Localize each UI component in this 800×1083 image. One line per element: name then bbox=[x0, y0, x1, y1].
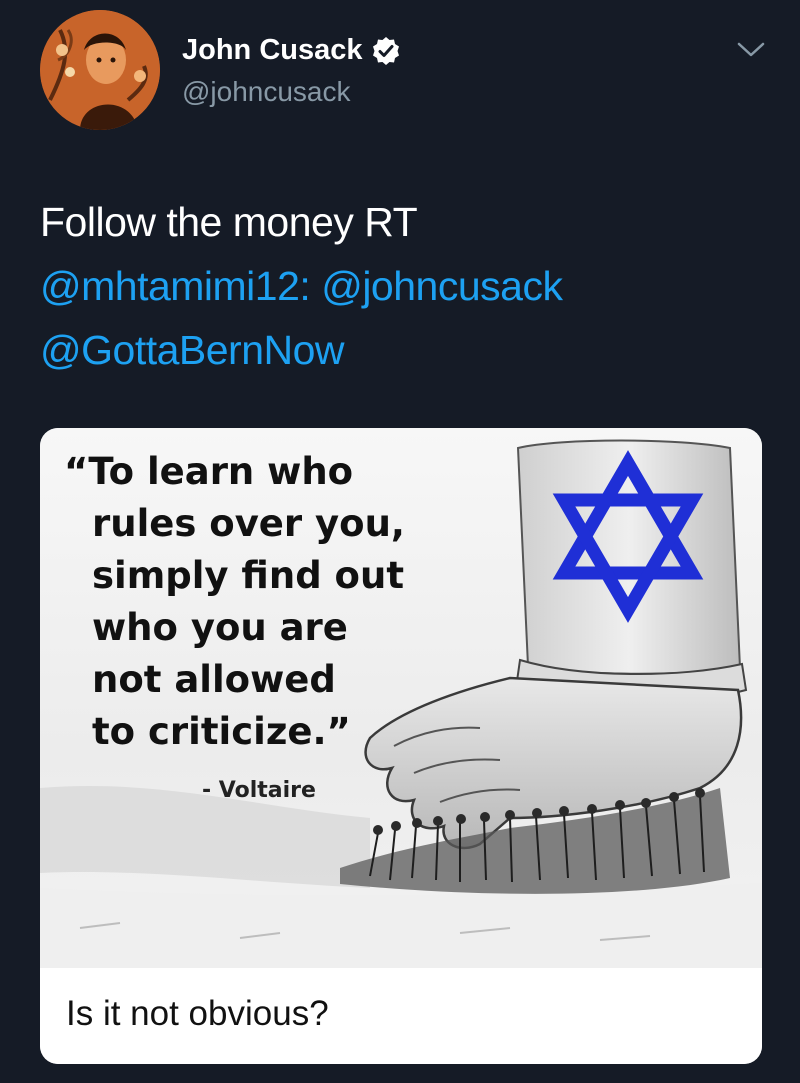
author-handle[interactable]: @johncusack bbox=[182, 76, 351, 108]
meme-image[interactable]: “To learn who rules over you, simply fin… bbox=[40, 428, 762, 968]
quote-line: simply find out bbox=[92, 554, 405, 597]
avatar[interactable] bbox=[40, 10, 160, 130]
tweet-line: @GottaBernNow bbox=[40, 318, 760, 382]
mention-link[interactable]: @GottaBernNow bbox=[40, 327, 345, 373]
mention-link[interactable]: @mhtamimi12: bbox=[40, 263, 311, 309]
tweet-line: @mhtamimi12: @johncusack bbox=[40, 254, 760, 318]
media-caption-bar: Is it not obvious? bbox=[40, 968, 762, 1064]
tweet-text: Follow the money RT @mhtamimi12: @johncu… bbox=[40, 190, 760, 382]
quote-line: who you are bbox=[92, 606, 348, 649]
author-name-row[interactable]: John Cusack bbox=[182, 34, 401, 67]
chevron-down-icon[interactable] bbox=[736, 40, 766, 60]
media-caption: Is it not obvious? bbox=[66, 994, 329, 1033]
quote-line: rules over you, bbox=[92, 502, 405, 545]
tweet-line: Follow the money RT bbox=[40, 190, 760, 254]
quote-line: to criticize.” bbox=[92, 710, 351, 753]
avatar-photo-icon bbox=[40, 10, 160, 130]
tweet-header: John Cusack @johncusack bbox=[40, 10, 780, 140]
verified-badge-icon bbox=[372, 36, 399, 65]
media-card[interactable]: “To learn who rules over you, simply fin… bbox=[40, 428, 762, 1064]
mention-link[interactable]: @johncusack bbox=[321, 263, 563, 309]
meme-quote: “To learn who rules over you, simply fin… bbox=[64, 446, 444, 758]
quote-line: “To learn who bbox=[64, 450, 354, 493]
tweet-text-segment bbox=[310, 263, 321, 309]
author-display-name[interactable]: John Cusack bbox=[182, 34, 363, 67]
quote-line: not allowed bbox=[92, 658, 336, 701]
quote-attribution: - Voltaire bbox=[202, 778, 316, 803]
tweet-text-segment: Follow the money RT bbox=[40, 199, 418, 245]
